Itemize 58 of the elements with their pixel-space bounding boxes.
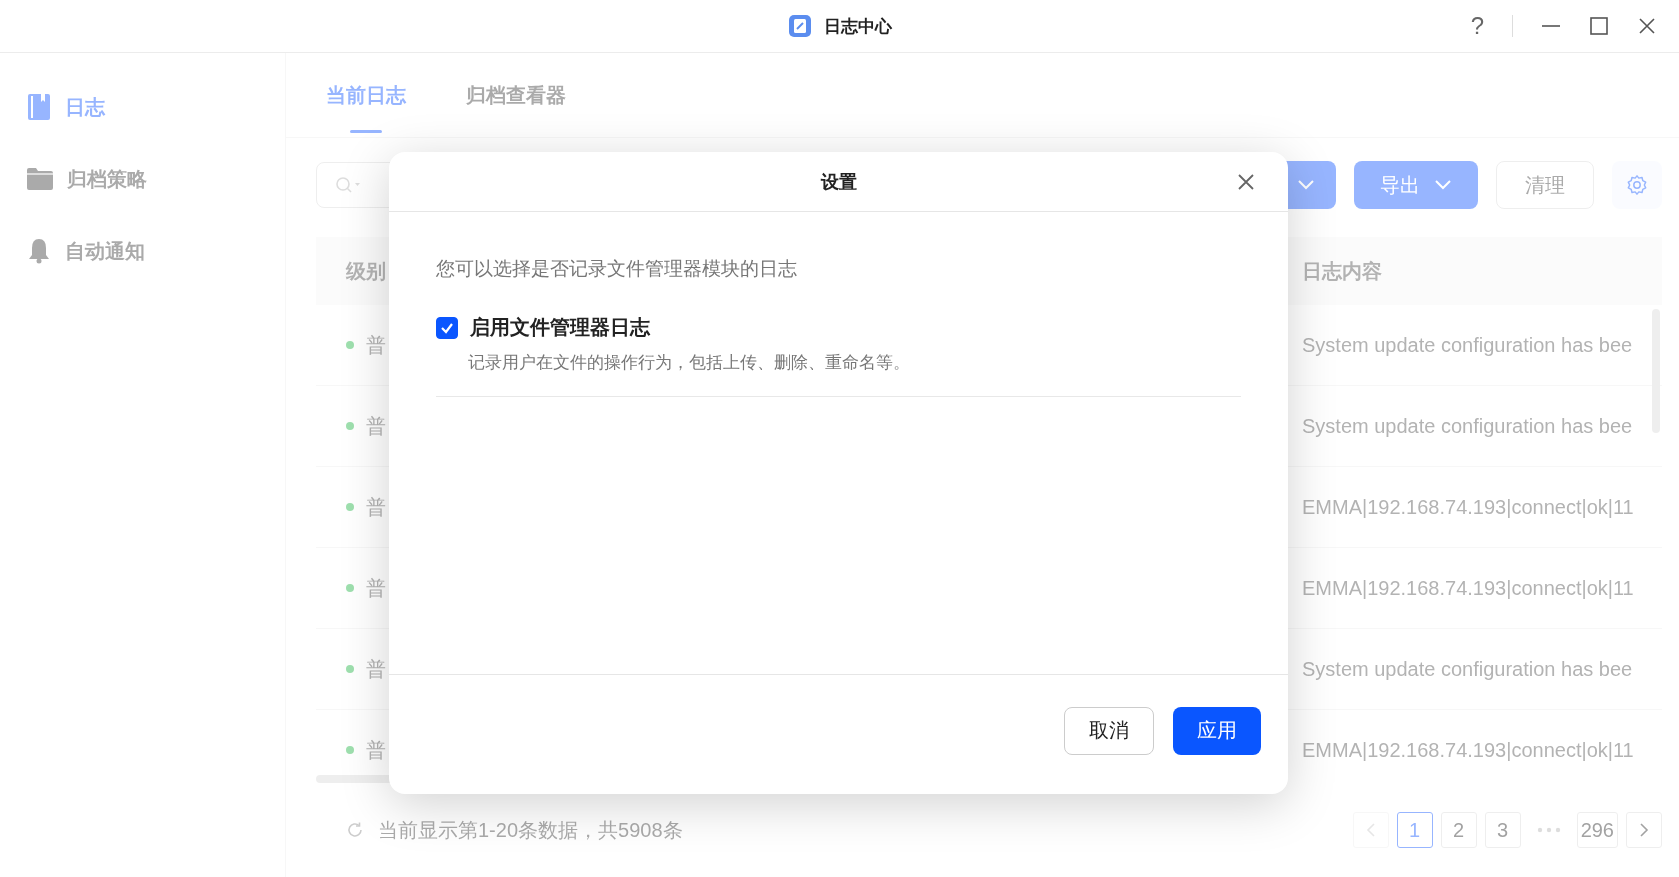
record-count: 当前显示第1-20条数据，共5908条	[378, 817, 683, 843]
column-header: 级别	[344, 258, 386, 284]
status-dot	[346, 584, 354, 592]
help-button[interactable]: ?	[1470, 12, 1484, 40]
export-button[interactable]: 导出	[1354, 161, 1478, 209]
clear-button[interactable]: 清理	[1496, 161, 1594, 209]
checkbox-label: 启用文件管理器日志	[470, 315, 650, 340]
bell-icon	[27, 238, 51, 264]
close-icon[interactable]	[1236, 172, 1256, 192]
table-cell-text: 普	[366, 656, 386, 682]
book-icon	[27, 94, 51, 120]
chevron-right-icon	[1639, 822, 1649, 838]
table-cell-text: System update configuration has bee	[1302, 657, 1634, 681]
search-icon	[335, 176, 361, 194]
settings-button[interactable]	[1612, 161, 1662, 209]
table-cell-text: 普	[366, 332, 386, 358]
status-dot	[346, 665, 354, 673]
page-button[interactable]: 2	[1440, 812, 1477, 848]
table-cell-text: System update configuration has bee	[1302, 414, 1634, 438]
dialog-description: 您可以选择是否记录文件管理器模块的日志	[436, 257, 798, 281]
table-cell-text: 普	[366, 494, 386, 520]
ellipsis-icon	[1536, 827, 1561, 833]
sidebar-item[interactable]: 自动通知	[0, 237, 285, 265]
chevron-icon	[1434, 179, 1452, 191]
table-cell-text: EMMA|192.168.74.193|connect|ok|11	[1302, 738, 1635, 762]
maximize-icon[interactable]	[1589, 16, 1609, 36]
checkbox[interactable]	[436, 316, 458, 339]
table-cell-text: EMMA|192.168.74.193|connect|ok|11	[1302, 576, 1635, 600]
cancel-button[interactable]: 取消	[1064, 706, 1154, 755]
chevron-icon	[1297, 179, 1315, 191]
sidebar-item[interactable]: 日志	[0, 93, 285, 121]
status-dot	[346, 422, 354, 430]
table-cell-text: 普	[366, 413, 386, 439]
status-dot	[346, 746, 354, 754]
sidebar-item[interactable]: 归档策略	[0, 165, 285, 193]
folder-icon	[27, 168, 53, 190]
table-cell-text: 普	[366, 737, 386, 763]
page-button[interactable]: 1	[1396, 812, 1433, 848]
dialog-title: 设置	[820, 170, 857, 194]
app-logo-icon	[787, 14, 812, 38]
page-button[interactable]: 296	[1576, 812, 1618, 848]
tab[interactable]: 归档查看器	[466, 53, 566, 137]
table-cell-text: EMMA|192.168.74.193|connect|ok|11	[1302, 495, 1635, 519]
settings-icon	[1626, 174, 1648, 196]
window-title: 日志中心	[823, 15, 892, 38]
chevron-left-icon	[1365, 822, 1376, 838]
refresh-icon[interactable]	[346, 821, 364, 839]
table-cell-text: 普	[366, 575, 386, 601]
next-page-button[interactable]	[1626, 812, 1662, 848]
close-icon[interactable]	[1637, 16, 1657, 36]
status-dot	[346, 503, 354, 511]
option-hint: 记录用户在文件的操作行为，包括上传、删除、重命名等。	[468, 352, 911, 374]
column-header: 日志内容	[1302, 258, 1383, 284]
status-dot	[346, 341, 354, 349]
page-button[interactable]: 3	[1484, 812, 1521, 848]
tab[interactable]: 当前日志	[326, 53, 406, 137]
apply-button[interactable]: 应用	[1173, 706, 1261, 755]
table-cell-text: System update configuration has bee	[1302, 333, 1634, 357]
